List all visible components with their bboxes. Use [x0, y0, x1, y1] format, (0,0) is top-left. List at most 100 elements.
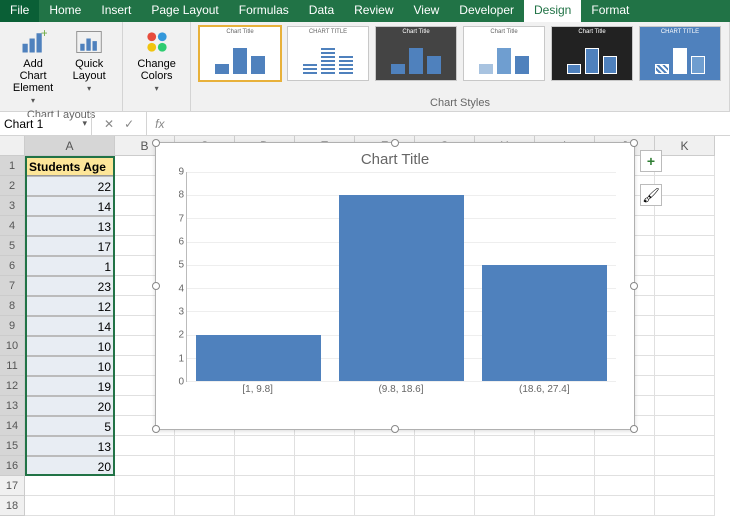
- chart-brush-button[interactable]: 🖌: [640, 184, 662, 206]
- cell-B16[interactable]: [115, 456, 175, 476]
- chart-title[interactable]: Chart Title: [156, 143, 634, 172]
- cell-K17[interactable]: [655, 476, 715, 496]
- cell-F18[interactable]: [355, 496, 415, 516]
- row-header-6[interactable]: 6: [0, 256, 25, 276]
- cell-A15[interactable]: 13: [25, 436, 115, 456]
- accept-formula-icon[interactable]: ✓: [124, 117, 134, 131]
- cell-K6[interactable]: [655, 256, 715, 276]
- row-header-4[interactable]: 4: [0, 216, 25, 236]
- tab-insert[interactable]: Insert: [91, 0, 141, 22]
- chart-bar[interactable]: [482, 265, 608, 381]
- cell-K15[interactable]: [655, 436, 715, 456]
- row-header-5[interactable]: 5: [0, 236, 25, 256]
- row-header-10[interactable]: 10: [0, 336, 25, 356]
- row-header-3[interactable]: 3: [0, 196, 25, 216]
- cell-F15[interactable]: [355, 436, 415, 456]
- row-header-12[interactable]: 12: [0, 376, 25, 396]
- chart-plot-area[interactable]: 0123456789 [1, 9.8](9.8, 18.6](18.6, 27.…: [186, 172, 616, 402]
- tab-design[interactable]: Design: [524, 0, 581, 22]
- namebox-dropdown-icon[interactable]: ▾: [82, 118, 87, 129]
- cell-K10[interactable]: [655, 336, 715, 356]
- chart-style-5[interactable]: Chart Title: [551, 26, 633, 81]
- row-header-2[interactable]: 2: [0, 176, 25, 196]
- cell-E17[interactable]: [295, 476, 355, 496]
- cell-K5[interactable]: [655, 236, 715, 256]
- cell-I15[interactable]: [535, 436, 595, 456]
- cell-K1[interactable]: [655, 156, 715, 176]
- cell-D17[interactable]: [235, 476, 295, 496]
- chart-style-6[interactable]: CHART TITLE: [639, 26, 721, 81]
- cell-J16[interactable]: [595, 456, 655, 476]
- name-box-input[interactable]: [4, 117, 64, 131]
- cell-K8[interactable]: [655, 296, 715, 316]
- chart-bar[interactable]: [196, 335, 322, 381]
- chart-bar[interactable]: [339, 195, 465, 381]
- tab-file[interactable]: File: [0, 0, 39, 22]
- chart-style-2[interactable]: CHART TITLE: [287, 26, 369, 81]
- cell-C16[interactable]: [175, 456, 235, 476]
- tab-developer[interactable]: Developer: [449, 0, 524, 22]
- tab-review[interactable]: Review: [344, 0, 403, 22]
- resize-handle-br[interactable]: [630, 425, 638, 433]
- name-box[interactable]: ▾: [0, 112, 92, 135]
- cell-B15[interactable]: [115, 436, 175, 456]
- cell-K12[interactable]: [655, 376, 715, 396]
- chart-style-3[interactable]: Chart Title: [375, 26, 457, 81]
- cell-K9[interactable]: [655, 316, 715, 336]
- cell-D15[interactable]: [235, 436, 295, 456]
- cell-A18[interactable]: [25, 496, 115, 516]
- tab-format[interactable]: Format: [581, 0, 639, 22]
- row-header-17[interactable]: 17: [0, 476, 25, 496]
- cell-A14[interactable]: 5: [25, 416, 115, 436]
- chart-plus-button[interactable]: +: [640, 150, 662, 172]
- cell-C15[interactable]: [175, 436, 235, 456]
- cell-B17[interactable]: [115, 476, 175, 496]
- cell-D16[interactable]: [235, 456, 295, 476]
- cell-A2[interactable]: 22: [25, 176, 115, 196]
- row-header-13[interactable]: 13: [0, 396, 25, 416]
- cell-A10[interactable]: 10: [25, 336, 115, 356]
- cell-K18[interactable]: [655, 496, 715, 516]
- resize-handle-ml[interactable]: [152, 282, 160, 290]
- cell-K3[interactable]: [655, 196, 715, 216]
- row-header-16[interactable]: 16: [0, 456, 25, 476]
- resize-handle-bl[interactable]: [152, 425, 160, 433]
- cell-B18[interactable]: [115, 496, 175, 516]
- row-header-11[interactable]: 11: [0, 356, 25, 376]
- cell-K4[interactable]: [655, 216, 715, 236]
- resize-handle-tm[interactable]: [391, 139, 399, 147]
- cell-G16[interactable]: [415, 456, 475, 476]
- resize-handle-bm[interactable]: [391, 425, 399, 433]
- column-header-A[interactable]: A: [25, 136, 115, 156]
- cell-A3[interactable]: 14: [25, 196, 115, 216]
- cell-A4[interactable]: 13: [25, 216, 115, 236]
- cell-H17[interactable]: [475, 476, 535, 496]
- cell-G18[interactable]: [415, 496, 475, 516]
- cell-A16[interactable]: 20: [25, 456, 115, 476]
- row-header-15[interactable]: 15: [0, 436, 25, 456]
- row-header-18[interactable]: 18: [0, 496, 25, 516]
- cell-D18[interactable]: [235, 496, 295, 516]
- quick-layout-button[interactable]: Quick Layout ▾: [64, 26, 114, 107]
- cell-H18[interactable]: [475, 496, 535, 516]
- resize-handle-tr[interactable]: [630, 139, 638, 147]
- cell-K13[interactable]: [655, 396, 715, 416]
- row-header-14[interactable]: 14: [0, 416, 25, 436]
- cell-G17[interactable]: [415, 476, 475, 496]
- chart-style-4[interactable]: Chart Title: [463, 26, 545, 81]
- cell-A13[interactable]: 20: [25, 396, 115, 416]
- cell-A9[interactable]: 14: [25, 316, 115, 336]
- cell-A7[interactable]: 23: [25, 276, 115, 296]
- select-all-corner[interactable]: [0, 136, 25, 156]
- cell-H16[interactable]: [475, 456, 535, 476]
- cell-I16[interactable]: [535, 456, 595, 476]
- cell-J17[interactable]: [595, 476, 655, 496]
- cell-J15[interactable]: [595, 436, 655, 456]
- tab-home[interactable]: Home: [39, 0, 91, 22]
- column-header-K[interactable]: K: [655, 136, 715, 156]
- cell-I18[interactable]: [535, 496, 595, 516]
- cell-K11[interactable]: [655, 356, 715, 376]
- tab-formulas[interactable]: Formulas: [229, 0, 299, 22]
- tab-data[interactable]: Data: [299, 0, 344, 22]
- cell-K7[interactable]: [655, 276, 715, 296]
